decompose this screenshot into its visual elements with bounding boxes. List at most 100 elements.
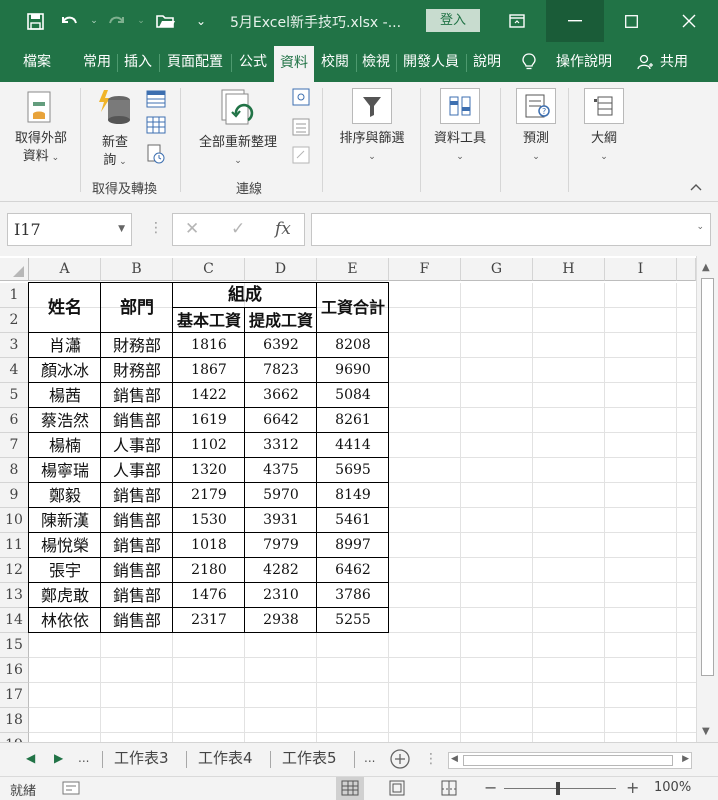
- cell-total[interactable]: 8261: [317, 408, 389, 433]
- horizontal-scrollbar[interactable]: ◀ ▶: [448, 752, 692, 769]
- cell-bonus[interactable]: 2938: [245, 608, 317, 633]
- cell-dept[interactable]: 銷售部: [101, 508, 173, 533]
- insert-function-icon[interactable]: fx: [275, 219, 291, 239]
- split-handle-icon[interactable]: ⋮: [424, 751, 438, 767]
- next-sheet-icon[interactable]: ▶: [54, 751, 63, 765]
- column-header-f[interactable]: F: [389, 258, 461, 281]
- header-base-pay[interactable]: 基本工資: [173, 308, 245, 333]
- header-bonus-pay[interactable]: 提成工資: [245, 308, 317, 333]
- cell-base[interactable]: 1867: [173, 358, 245, 383]
- zoom-level[interactable]: 100%: [654, 780, 691, 795]
- header-total-pay[interactable]: 工資合計: [317, 283, 389, 333]
- undo-icon[interactable]: [58, 10, 80, 32]
- cell-dept[interactable]: 人事部: [101, 458, 173, 483]
- tab-developer[interactable]: 開發人員: [398, 42, 464, 82]
- properties-icon[interactable]: [292, 118, 310, 140]
- cell-bonus[interactable]: 5970: [245, 483, 317, 508]
- column-header-h[interactable]: H: [533, 258, 605, 281]
- tab-home[interactable]: 常用: [78, 42, 116, 82]
- save-icon[interactable]: [24, 10, 46, 32]
- tab-page-layout[interactable]: 頁面配置: [162, 42, 228, 82]
- sheet-tab-4[interactable]: 工作表4: [198, 747, 253, 771]
- cell-bonus[interactable]: 4282: [245, 558, 317, 583]
- tab-view[interactable]: 檢視: [358, 42, 394, 82]
- column-header-e[interactable]: E: [317, 258, 389, 281]
- cell-total[interactable]: 8997: [317, 533, 389, 558]
- row-header-14[interactable]: 14: [0, 608, 29, 633]
- row-header-6[interactable]: 6: [0, 408, 29, 433]
- edit-links-icon[interactable]: [292, 146, 310, 168]
- cell-dept[interactable]: 銷售部: [101, 608, 173, 633]
- expand-formula-icon[interactable]: ⌄: [696, 222, 704, 232]
- cell-name[interactable]: 陳新漢: [29, 508, 101, 533]
- cell-name[interactable]: 楊寧瑞: [29, 458, 101, 483]
- vertical-scrollbar[interactable]: ▲ ▼: [696, 256, 718, 742]
- cell-total[interactable]: 4414: [317, 433, 389, 458]
- cell-total[interactable]: 5461: [317, 508, 389, 533]
- cell-base[interactable]: 1422: [173, 383, 245, 408]
- cell-total[interactable]: 5695: [317, 458, 389, 483]
- row-header-15[interactable]: 15: [0, 633, 29, 658]
- row-header-12[interactable]: 12: [0, 558, 29, 583]
- cell-total[interactable]: 9690: [317, 358, 389, 383]
- zoom-slider-thumb[interactable]: [556, 782, 560, 795]
- cell-total[interactable]: 8149: [317, 483, 389, 508]
- cell-total[interactable]: 3786: [317, 583, 389, 608]
- column-header-a[interactable]: A: [29, 258, 101, 281]
- add-sheet-icon[interactable]: [390, 749, 410, 773]
- cell-bonus[interactable]: 4375: [245, 458, 317, 483]
- select-all-corner[interactable]: [0, 258, 29, 281]
- show-queries-icon[interactable]: [146, 90, 166, 112]
- connections-icon[interactable]: [292, 88, 310, 110]
- cell-dept[interactable]: 人事部: [101, 433, 173, 458]
- more-sheets-left[interactable]: ...: [78, 751, 89, 765]
- cell-dept[interactable]: 銷售部: [101, 383, 173, 408]
- cell-name[interactable]: 楊悅榮: [29, 533, 101, 558]
- header-name[interactable]: 姓名: [29, 283, 101, 333]
- chevron-down-icon[interactable]: ▼: [118, 214, 125, 245]
- cell-dept[interactable]: 銷售部: [101, 408, 173, 433]
- cell-name[interactable]: 顏冰冰: [29, 358, 101, 383]
- row-header-2[interactable]: 2: [0, 308, 29, 333]
- cell-bonus[interactable]: 7979: [245, 533, 317, 558]
- minimize-button[interactable]: [546, 0, 604, 42]
- cell-name[interactable]: 林依依: [29, 608, 101, 633]
- cell-dept[interactable]: 銷售部: [101, 483, 173, 508]
- macro-record-icon[interactable]: [62, 781, 80, 799]
- refresh-all-button[interactable]: 全部重新整理 ⌄: [188, 86, 288, 176]
- sheet-tab-5[interactable]: 工作表5: [282, 747, 337, 771]
- cell-base[interactable]: 1476: [173, 583, 245, 608]
- worksheet-grid[interactable]: ABCDEFGHI 12345678910111213141516171819 …: [0, 256, 718, 742]
- redo-icon[interactable]: [106, 10, 128, 32]
- cell-dept[interactable]: 財務部: [101, 358, 173, 383]
- scroll-down-icon[interactable]: ▼: [702, 726, 710, 737]
- row-header-16[interactable]: 16: [0, 658, 29, 683]
- tell-me-search[interactable]: 操作說明: [548, 42, 620, 82]
- cell-bonus[interactable]: 3312: [245, 433, 317, 458]
- row-header-7[interactable]: 7: [0, 433, 29, 458]
- cell-name[interactable]: 楊楠: [29, 433, 101, 458]
- page-break-view-button[interactable]: [440, 780, 458, 800]
- zoom-slider-track[interactable]: [504, 788, 616, 789]
- tab-formulas[interactable]: 公式: [234, 42, 272, 82]
- row-header-9[interactable]: 9: [0, 483, 29, 508]
- undo-dropdown-icon[interactable]: ⌄: [83, 10, 105, 32]
- tab-review[interactable]: 校閱: [316, 42, 354, 82]
- zoom-in-button[interactable]: +: [626, 778, 639, 797]
- sheet-tab-3[interactable]: 工作表3: [114, 747, 169, 771]
- row-header-17[interactable]: 17: [0, 683, 29, 708]
- cell-bonus[interactable]: 7823: [245, 358, 317, 383]
- row-header-10[interactable]: 10: [0, 508, 29, 533]
- tab-data[interactable]: 資料: [274, 46, 314, 82]
- formula-input[interactable]: ⌄: [311, 213, 711, 246]
- cell-dept[interactable]: 銷售部: [101, 583, 173, 608]
- outline-button[interactable]: 大綱 ⌄: [576, 86, 632, 176]
- user-icon[interactable]: [636, 42, 654, 82]
- header-group[interactable]: 組成: [173, 283, 317, 308]
- data-tools-button[interactable]: 資料工具 ⌄: [424, 86, 496, 176]
- cell-bonus[interactable]: 2310: [245, 583, 317, 608]
- cell-base[interactable]: 1102: [173, 433, 245, 458]
- cell-name[interactable]: 楊茜: [29, 383, 101, 408]
- cell-base[interactable]: 1530: [173, 508, 245, 533]
- cell-dept[interactable]: 財務部: [101, 333, 173, 358]
